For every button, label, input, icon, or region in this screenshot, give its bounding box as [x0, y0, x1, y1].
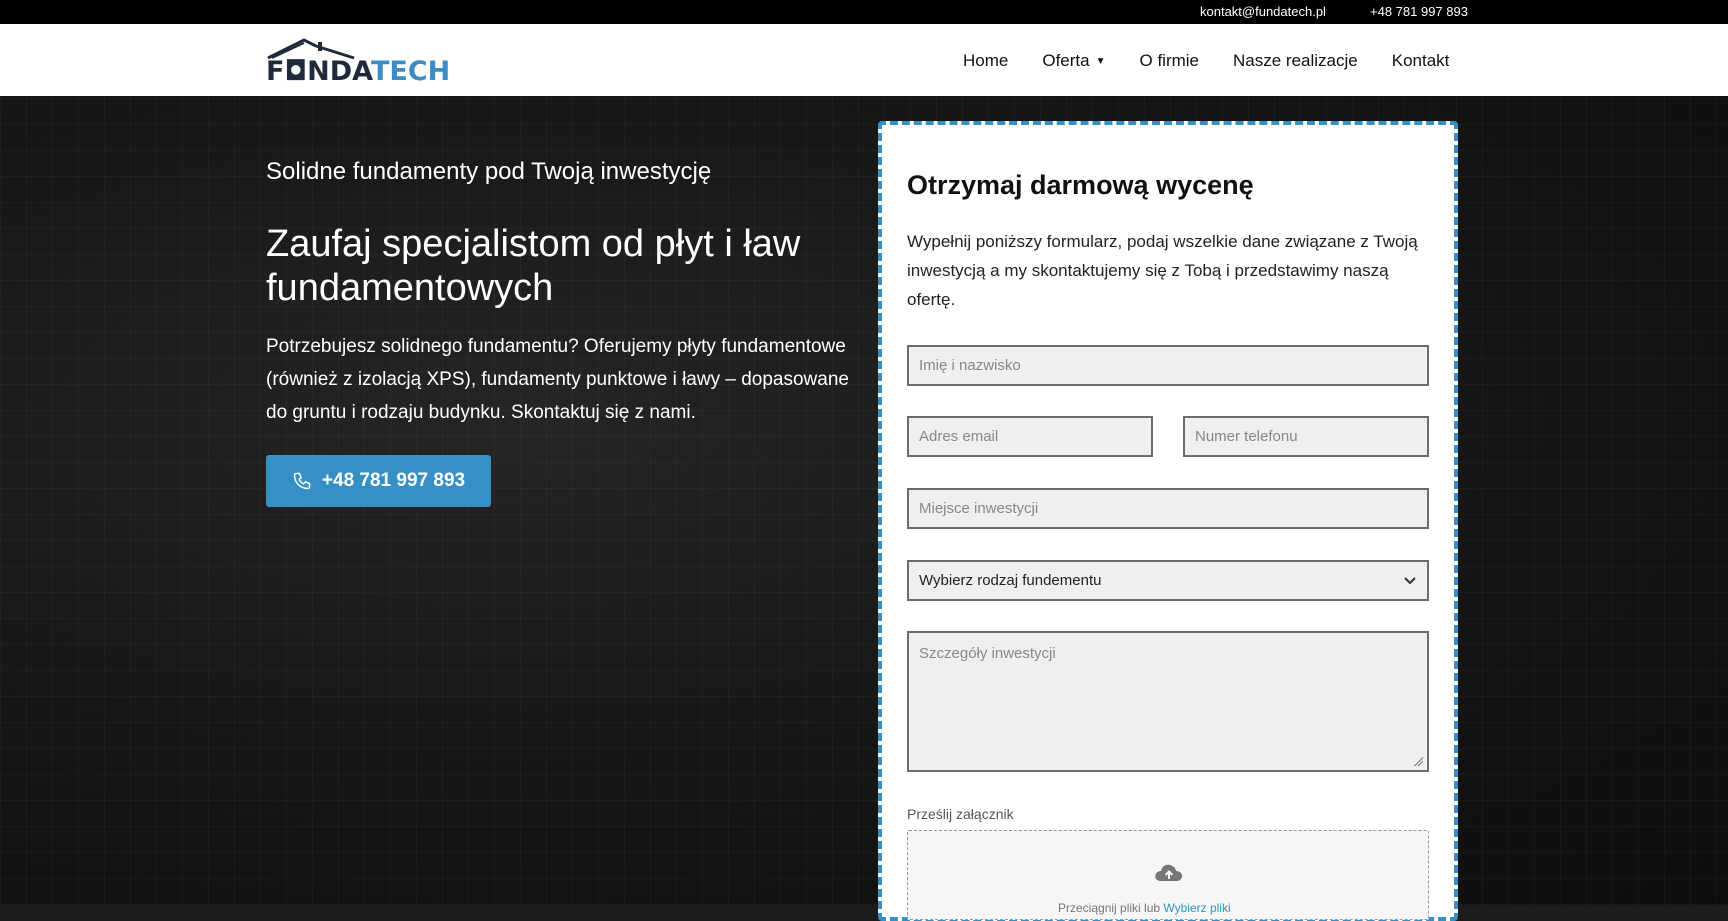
file-dropzone[interactable]: Przeciągnij pliki lub Wybierz pliki — [907, 830, 1429, 920]
main-navbar: F◘NDATECH Home Oferta ▼ O firmie Nasze re… — [0, 24, 1728, 96]
call-phone-label: +48 781 997 893 — [321, 470, 466, 491]
form-title: Otrzymaj darmową wycenę — [907, 170, 1254, 200]
caret-down-icon: ▼ — [1095, 56, 1106, 67]
form-intro: Wypełnij poniższy formularz, podaj wszel… — [907, 232, 1418, 309]
cloud-upload-icon — [1155, 864, 1183, 881]
nav-oferta[interactable]: Oferta ▼ — [1042, 51, 1105, 71]
email-input[interactable]: Adres email — [907, 416, 1153, 457]
logo-wordmark: F◘NDATECH — [266, 56, 451, 87]
hero-background-image — [0, 96, 1728, 905]
hero-title: Zaufaj specjalistom od płyt i ław fundam… — [266, 223, 801, 309]
top-contact-bar: kontakt@fundatech.pl +48 781 997 893 — [0, 0, 1728, 24]
details-textarea[interactable]: Szczegóły inwestycji — [907, 631, 1429, 772]
foundation-select-value: Wybierz rodzaj fundementu — [919, 572, 1102, 589]
dropzone-text: Przeciągnij pliki lub Wybierz pliki — [1058, 901, 1231, 915]
nav-kontakt[interactable]: Kontakt — [1392, 51, 1450, 71]
hero-description: Potrzebujesz solidnego fundamentu? Oferu… — [266, 336, 849, 423]
call-phone-button[interactable]: +48 781 997 893 — [266, 455, 491, 507]
location-placeholder: Miejsce inwestycji — [919, 500, 1039, 517]
attachment-label: Prześlij załącznik — [907, 806, 1014, 822]
topbar-email-link[interactable]: kontakt@fundatech.pl — [1200, 4, 1326, 19]
hero-subtitle: Solidne fundamenty pod Twoją inwestycję — [266, 158, 712, 185]
nav-o-firmie[interactable]: O firmie — [1140, 51, 1200, 71]
nav-home[interactable]: Home — [963, 51, 1008, 71]
main-menu: Home Oferta ▼ O firmie Nasze realizacje K… — [963, 51, 1449, 71]
fundatech-logo[interactable]: F◘NDATECH — [266, 38, 450, 87]
location-input[interactable]: Miejsce inwestycji — [907, 488, 1429, 529]
foundation-type-select[interactable]: Wybierz rodzaj fundementu — [907, 560, 1429, 601]
chevron-down-icon — [1404, 576, 1416, 584]
resize-handle-icon[interactable] — [1413, 756, 1423, 766]
hero-overlay — [0, 96, 1728, 905]
details-placeholder: Szczegóły inwestycji — [919, 645, 1056, 662]
nav-oferta-label: Oferta — [1042, 51, 1090, 70]
nav-nasze-realizacje[interactable]: Nasze realizacje — [1233, 51, 1358, 71]
phone-icon — [293, 472, 311, 490]
dropzone-hint: Przeciągnij pliki lub — [1058, 901, 1161, 915]
choose-files-link[interactable]: Wybierz pliki — [1163, 901, 1230, 915]
phone-input[interactable]: Numer telefonu — [1183, 416, 1429, 457]
phone-placeholder: Numer telefonu — [1195, 428, 1298, 445]
email-placeholder: Adres email — [919, 428, 999, 445]
topbar-phone-link[interactable]: +48 781 997 893 — [1370, 4, 1468, 19]
name-input[interactable]: Imię i nazwisko — [907, 345, 1429, 386]
shield-o-icon: ◘ — [284, 56, 308, 87]
name-placeholder: Imię i nazwisko — [919, 357, 1021, 374]
